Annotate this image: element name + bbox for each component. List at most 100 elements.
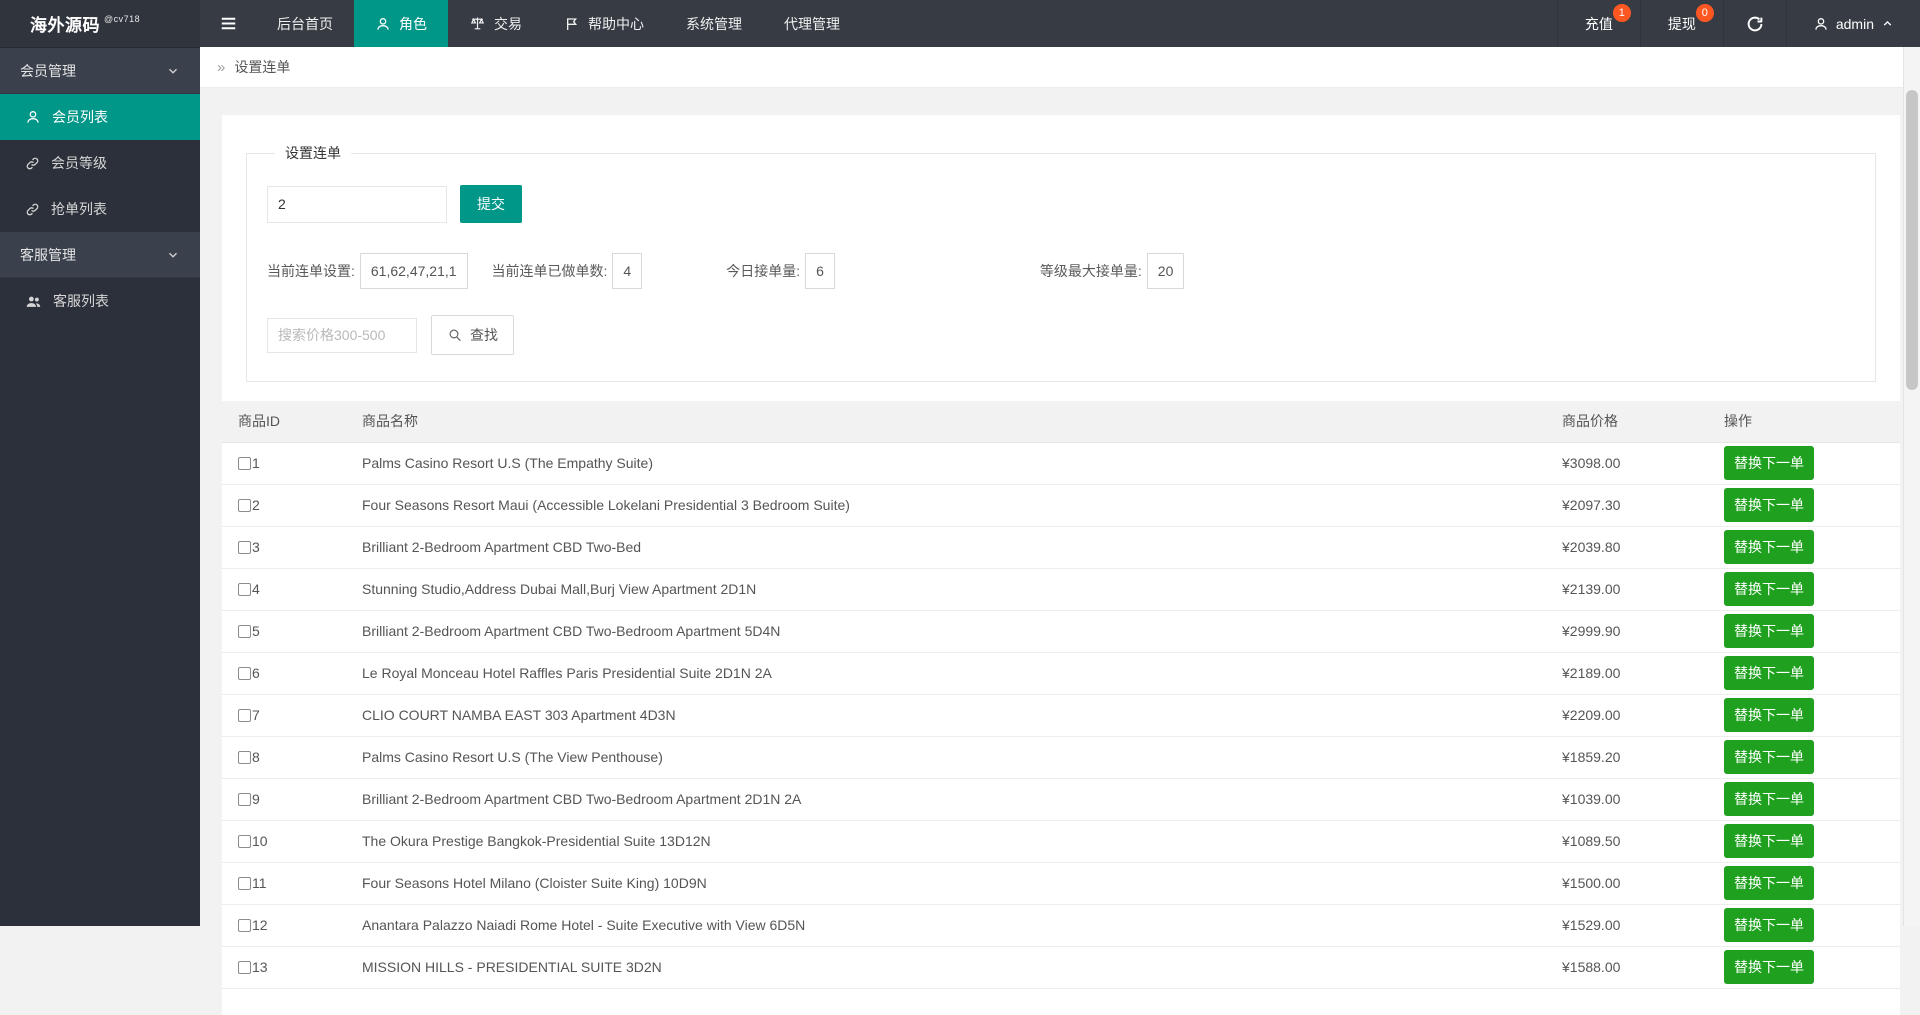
table-row: 5Brilliant 2-Bedroom Apartment CBD Two-B… [222,610,1900,652]
nav-item-role[interactable]: 角色 [354,0,448,47]
scrollbar-thumb[interactable] [1906,90,1918,390]
flag-icon [564,16,580,32]
chain-settings-fieldset: 设置连单 提交 当前连单设置:61,62,47,21,1当前连单已做单数:4今日… [246,143,1876,382]
admin-menu[interactable]: admin [1786,0,1920,47]
replace-next-order-button[interactable]: 替换下一单 [1724,530,1814,564]
nav-item-label: 代理管理 [784,14,840,34]
product-id: 7 [252,707,260,723]
replace-next-order-button[interactable]: 替换下一单 [1724,824,1814,858]
brand-sub: @cv718 [104,14,140,24]
sidebar-item-member-level[interactable]: 会员等级 [0,140,200,186]
replace-next-order-button[interactable]: 替换下一单 [1724,698,1814,732]
search-row: 查找 [267,315,1855,355]
replace-next-order-button[interactable]: 替换下一单 [1724,950,1814,984]
sidebar-item-member-list[interactable]: 会员列表 [0,94,200,140]
product-name: Palms Casino Resort U.S (The Empathy Sui… [362,442,1562,484]
sidebar-group-member[interactable]: 会员管理 [0,48,200,94]
replace-next-order-button[interactable]: 替换下一单 [1724,614,1814,648]
refresh-button[interactable] [1723,0,1786,47]
table-header-price: 商品价格 [1562,401,1724,442]
recharge-button[interactable]: 充值1 [1557,0,1640,47]
action-cell: 替换下一单 [1724,778,1900,820]
chevron-down-icon [166,248,180,262]
product-table: 商品ID商品名称商品价格操作 1Palms Casino Resort U.S … [222,401,1900,989]
product-table-body: 1 Palms Casino Resort U.S (The Empathy Su… [222,442,1900,988]
product-id-cell: 3 [222,526,362,568]
replace-next-order-button[interactable]: 替换下一单 [1724,446,1814,480]
row-checkbox[interactable] [238,499,251,512]
breadcrumb-chevrons-icon: » [217,59,225,76]
main-content: » 设置连单 设置连单 提交 当前连单设置:61,62,47,21,1当前连单已… [200,0,1920,1015]
row-checkbox[interactable] [238,793,251,806]
replace-next-order-button[interactable]: 替换下一单 [1724,488,1814,522]
row-checkbox[interactable] [238,541,251,554]
sidebar-group-label: 客服管理 [20,245,76,265]
product-price: ¥1859.20 [1562,736,1724,778]
action-cell: 替换下一单 [1724,904,1900,946]
replace-next-order-button[interactable]: 替换下一单 [1724,782,1814,816]
product-id: 13 [252,959,268,975]
product-id: 1 [252,455,260,471]
sidebar-item-label: 会员等级 [51,153,107,173]
row-checkbox[interactable] [238,877,251,890]
top-right: 充值1提现0 admin [1557,0,1920,47]
withdraw-label: 提现 [1668,14,1696,34]
product-id-cell: 5 [222,610,362,652]
nav-item-label: 帮助中心 [588,14,644,34]
row-checkbox[interactable] [238,709,251,722]
table-row: 10The Okura Prestige Bangkok-Presidentia… [222,820,1900,862]
product-id-cell: 6 [222,652,362,694]
table-row: 13MISSION HILLS - PRESIDENTIAL SUITE 3D2… [222,946,1900,988]
product-id-cell: 2 [222,484,362,526]
action-cell: 替换下一单 [1724,568,1900,610]
breadcrumb: » 设置连单 [200,47,1920,88]
stat-label: 等级最大接单量: [1040,261,1142,281]
sidebar-item-service-list[interactable]: 客服列表 [0,278,200,324]
table-row: 1 Palms Casino Resort U.S (The Empathy Su… [222,442,1900,484]
withdraw-button[interactable]: 提现0 [1640,0,1723,47]
sidebar-item-grab-list[interactable]: 抢单列表 [0,186,200,232]
page-scrollbar[interactable] [1903,47,1920,926]
admin-name: admin [1836,16,1874,32]
breadcrumb-label: 设置连单 [234,57,290,77]
table-header-id: 商品ID [222,401,362,442]
nav-item-dashboard[interactable]: 后台首页 [256,0,354,47]
nav-item-label: 角色 [399,14,427,34]
product-name: Brilliant 2-Bedroom Apartment CBD Two-Be… [362,778,1562,820]
replace-next-order-button[interactable]: 替换下一单 [1724,908,1814,942]
replace-next-order-button[interactable]: 替换下一单 [1724,866,1814,900]
link-icon [25,156,40,171]
product-id-cell: 11 [222,862,362,904]
action-cell: 替换下一单 [1724,946,1900,988]
replace-next-order-button[interactable]: 替换下一单 [1724,572,1814,606]
action-cell: 替换下一单 [1724,652,1900,694]
row-checkbox[interactable] [238,583,251,596]
nav-item-system[interactable]: 系统管理 [665,0,763,47]
replace-next-order-button[interactable]: 替换下一单 [1724,740,1814,774]
action-cell: 替换下一单 [1724,862,1900,904]
sidebar-group-service[interactable]: 客服管理 [0,232,200,278]
search-button-label: 查找 [470,325,498,345]
stat-value: 61,62,47,21,1 [360,253,468,289]
search-button[interactable]: 查找 [431,315,514,355]
product-id: 10 [252,833,268,849]
replace-next-order-button[interactable]: 替换下一单 [1724,656,1814,690]
row-checkbox[interactable] [238,667,251,680]
chain-stats-row: 当前连单设置:61,62,47,21,1当前连单已做单数:4今日接单量:6等级最… [267,253,1855,289]
chain-count-input[interactable] [267,186,447,223]
row-checkbox[interactable] [238,835,251,848]
nav-item-agent[interactable]: 代理管理 [763,0,861,47]
search-input[interactable] [267,318,417,353]
row-checkbox[interactable] [238,751,251,764]
menu-toggle[interactable] [200,0,256,47]
fieldset-legend: 设置连单 [275,143,351,163]
nav-item-trade[interactable]: 交易 [448,0,543,47]
table-header-name: 商品名称 [362,401,1562,442]
nav-item-help-center[interactable]: 帮助中心 [543,0,665,47]
row-checkbox[interactable] [238,961,251,974]
row-checkbox[interactable] [238,457,251,470]
row-checkbox[interactable] [238,625,251,638]
submit-button[interactable]: 提交 [460,185,522,223]
product-name: Anantara Palazzo Naiadi Rome Hotel - Sui… [362,904,1562,946]
refresh-icon [1746,15,1764,33]
